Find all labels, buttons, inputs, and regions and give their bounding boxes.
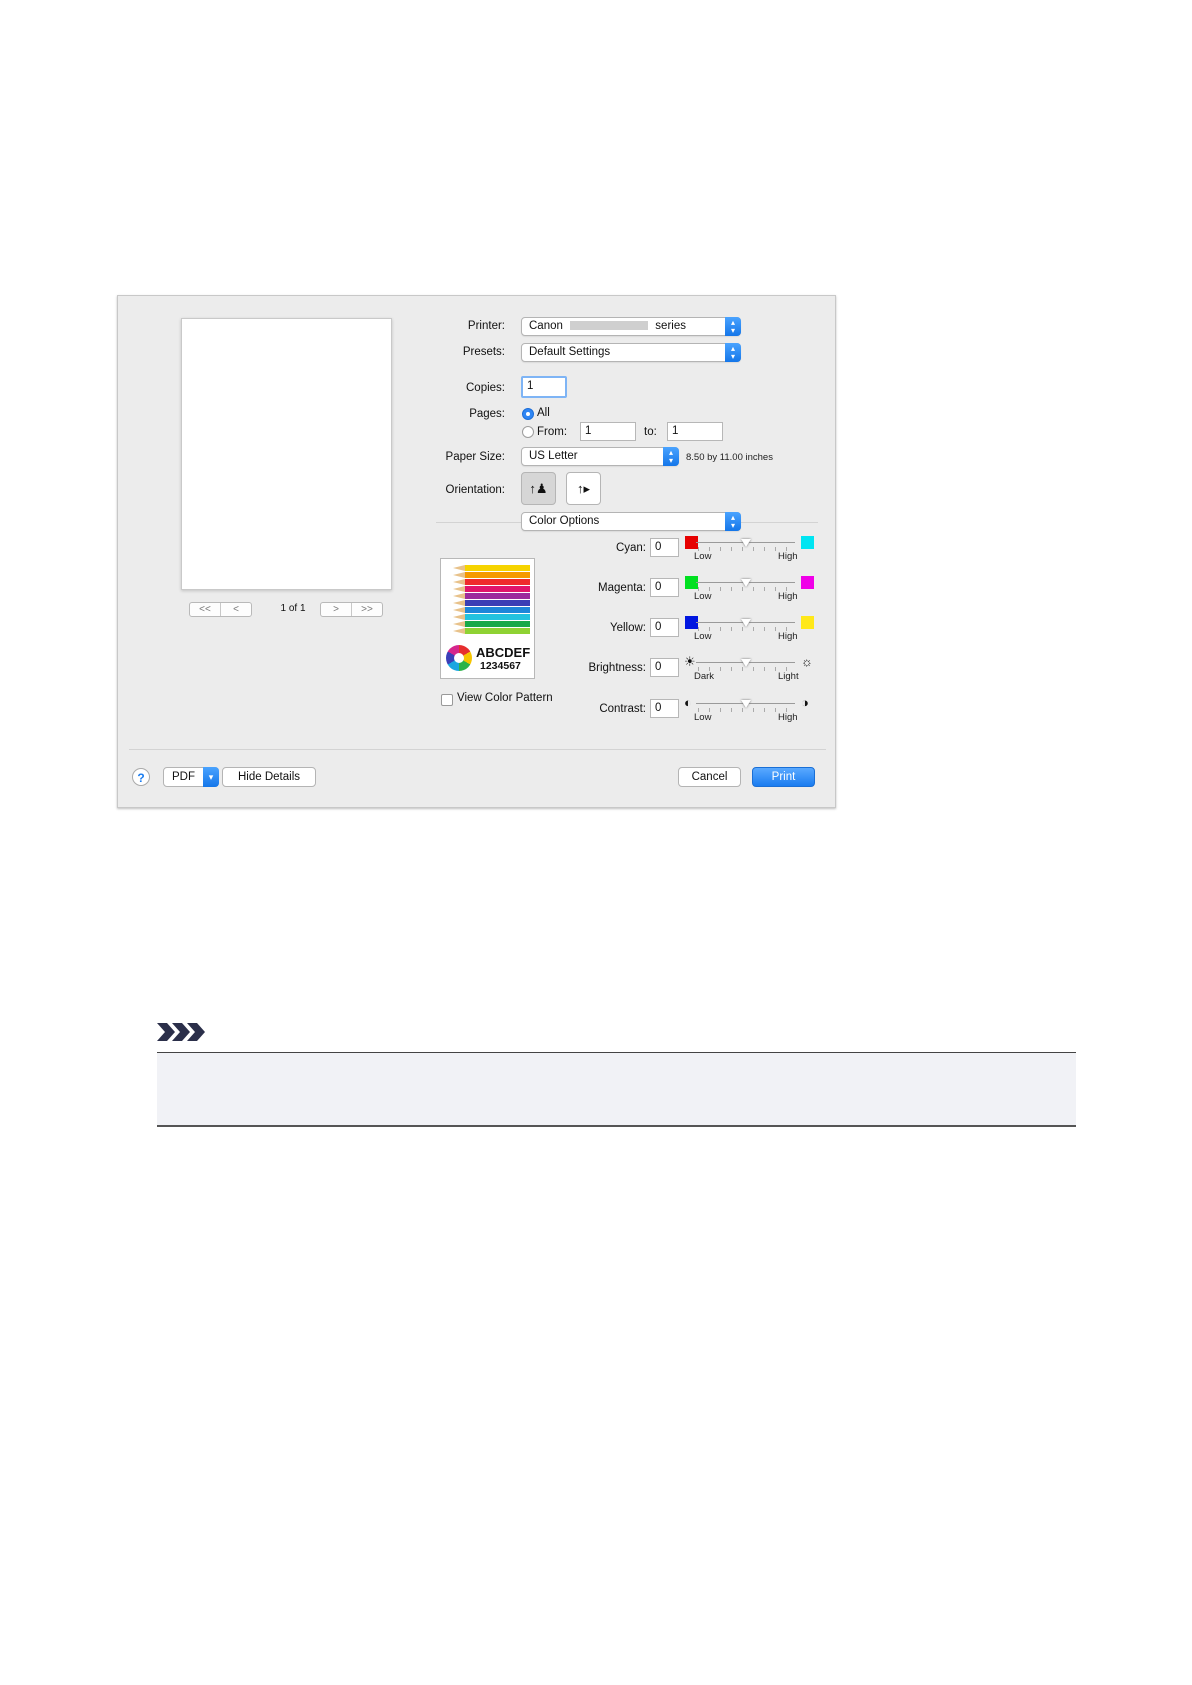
pencil-yellow [453,565,530,571]
portrait-orientation-icon: ↑♟ [529,480,548,496]
preview-nav-back: << < [189,602,252,617]
pages-all-label: All [537,407,550,419]
slider-knob[interactable] [740,700,751,708]
adjust-high-label: High [778,551,798,562]
color-pattern-image: ABCDEF 1234567 [440,558,535,679]
pages-all-radio[interactable] [522,408,534,420]
pencil-orange [453,572,530,578]
panel-select-value: Color Options [529,515,600,527]
adjust-label: Brightness: [588,662,646,674]
page-count: 1 of 1 [280,603,306,614]
adjust-high-label: Light [778,671,799,682]
pencil-sky [453,607,530,613]
paper-dimensions: 8.50 by 11.00 inches [686,452,773,463]
adjust-low-label: Low [694,712,712,723]
landscape-orientation-icon: ↑▸ [576,480,591,496]
pencil-lime [453,628,530,634]
printer-label: Printer: [467,320,505,332]
view-color-pattern-checkbox[interactable] [441,694,453,706]
high-color-swatch [801,616,814,629]
print-dialog: << < 1 of 1 > >> Printer: Canon series ▴… [117,295,836,808]
pencil-green [453,621,530,627]
dark-sun-icon: ☀ [684,654,696,669]
pencil-blue [453,600,530,606]
chevron-down-icon: ▾ [203,767,219,787]
adjust-low-label: Low [694,591,712,602]
pencil-cyan [453,614,530,620]
cancel-button[interactable]: Cancel [678,767,741,787]
note-box [157,1052,1076,1127]
footer-divider [129,749,826,750]
popup-stepper-icon: ▴ ▾ [725,343,741,362]
pdf-label: PDF [172,771,195,783]
slider-knob[interactable] [740,659,751,667]
previous-page-button[interactable]: < [221,603,251,616]
note-arrows-icon [157,1021,205,1048]
landscape-orientation-button[interactable]: ↑▸ [566,472,601,505]
printer-name-prefix: Canon [529,320,563,332]
pages-from-field[interactable]: 1 [580,422,636,441]
adjust-value-field[interactable]: 0 [650,658,679,677]
adjust-low-label: Low [694,551,712,562]
pdf-menu-button[interactable]: PDF ▾ [163,767,219,787]
printer-name-suffix: series [655,320,686,332]
high-color-swatch [801,536,814,549]
pattern-sample-numbers: 1234567 [480,660,521,672]
help-button[interactable]: ? [132,768,150,786]
paper-size-label: Paper Size: [445,451,505,463]
orientation-label: Orientation: [445,484,505,496]
presets-label: Presets: [462,346,505,358]
popup-stepper-icon: ▴ ▾ [725,317,741,336]
pages-from-label: From: [537,426,568,438]
adjust-high-label: High [778,631,798,642]
adjust-label: Cyan: [615,542,646,554]
popup-stepper-icon: ▴ ▾ [663,447,679,466]
adjust-value-field[interactable]: 0 [650,699,679,718]
adjust-value-field[interactable]: 0 [650,578,679,597]
hide-details-button[interactable]: Hide Details [222,767,316,787]
print-button[interactable]: Print [752,767,815,787]
portrait-orientation-button[interactable]: ↑♟ [521,472,556,505]
adjust-value-field[interactable]: 0 [650,538,679,557]
adjust-high-label: High [778,591,798,602]
next-page-button[interactable]: > [321,603,352,616]
adjust-label: Contrast: [599,703,646,715]
copies-field[interactable]: 1 [521,376,567,398]
adjust-value-field[interactable]: 0 [650,618,679,637]
popup-stepper-icon: ▴ ▾ [725,512,741,531]
adjust-high-label: High [778,712,798,723]
pencil-pink [453,586,530,592]
copies-label: Copies: [466,382,505,394]
pages-to-field[interactable]: 1 [667,422,723,441]
printer-popup[interactable]: Canon series ▴ ▾ [521,317,741,336]
slider-knob[interactable] [740,539,751,547]
presets-popup[interactable]: Default Settings ▴ ▾ [521,343,741,362]
adjust-low-label: Dark [694,671,715,682]
presets-value: Default Settings [529,346,611,358]
adjust-low-label: Low [694,631,712,642]
pages-to-label: to: [644,426,657,438]
pattern-sample-text: ABCDEF [476,645,531,660]
adjust-label: Magenta: [598,582,646,594]
pages-from-radio[interactable] [522,426,534,438]
light-sun-icon: ☼ [801,654,813,669]
paper-size-popup[interactable]: US Letter ▴ ▾ [521,447,679,466]
low-contrast-icon: ◐ [684,695,692,710]
paper-size-value: US Letter [529,450,578,462]
pencil-red [453,579,530,585]
printer-model-redacted [570,321,649,331]
panel-select-popup[interactable]: Color Options ▴ ▾ [521,512,741,531]
page-preview [181,318,392,590]
first-page-button[interactable]: << [190,603,221,616]
adjust-label: Yellow: [609,622,646,634]
pages-label: Pages: [469,408,505,420]
pencil-purple [453,593,530,599]
high-contrast-icon: ◑ [801,695,809,710]
slider-knob[interactable] [740,619,751,627]
slider-knob[interactable] [740,579,751,587]
high-color-swatch [801,576,814,589]
color-wheel-icon [446,645,472,671]
preview-nav-forward: > >> [320,602,383,617]
last-page-button[interactable]: >> [352,603,382,616]
